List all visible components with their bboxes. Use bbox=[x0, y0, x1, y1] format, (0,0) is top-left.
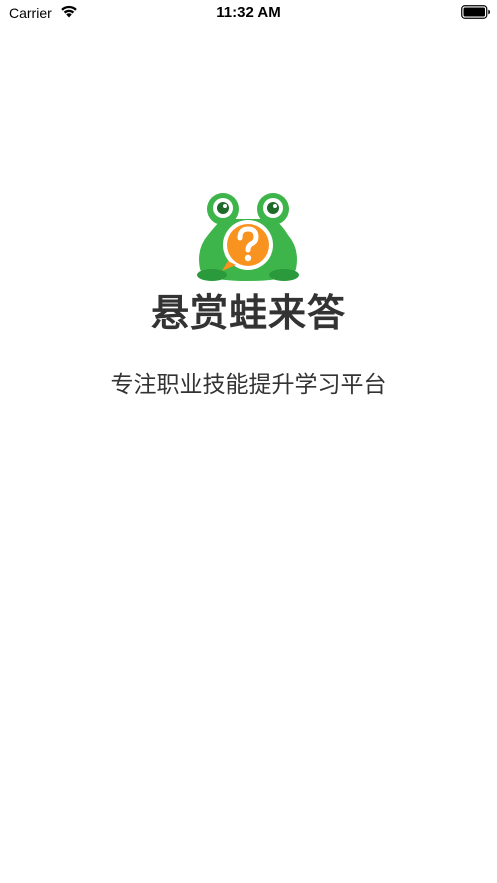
status-bar: Carrier 11:32 AM bbox=[0, 0, 497, 26]
app-tagline: 专注职业技能提升学习平台 bbox=[110, 372, 387, 398]
app-name: 悬赏蛙来答 bbox=[150, 291, 346, 335]
frog-question-logo-icon bbox=[197, 193, 299, 281]
status-time: 11:32 AM bbox=[216, 4, 281, 21]
battery-full-icon bbox=[461, 5, 490, 19]
